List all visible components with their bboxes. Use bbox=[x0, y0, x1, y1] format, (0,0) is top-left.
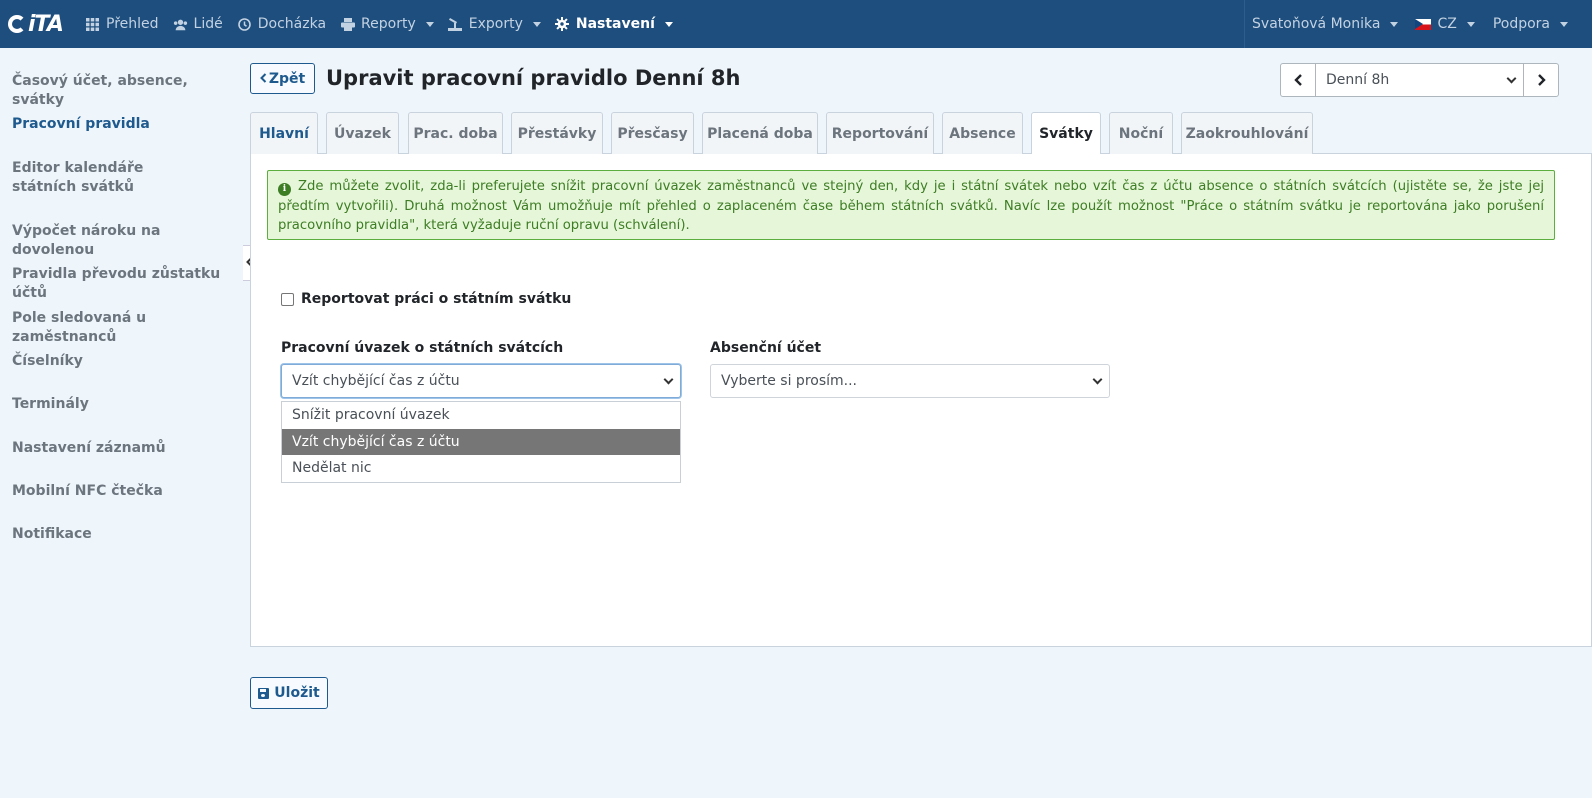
chevron-down-icon bbox=[425, 21, 434, 27]
sidebar-item-editor-kalendare[interactable]: Editor kalendáře státních svátků bbox=[12, 159, 212, 197]
report-holiday-work-label[interactable]: Reportovat práci o státním svátku bbox=[301, 291, 571, 307]
tab-prescasy[interactable]: Přesčasy bbox=[611, 112, 694, 154]
rule-navigator: Denní 8h bbox=[1280, 63, 1559, 97]
gear-icon bbox=[555, 17, 570, 32]
nav-lide[interactable]: Lidé bbox=[166, 0, 230, 48]
previous-rule-button[interactable] bbox=[1281, 64, 1316, 96]
arrow-right-icon bbox=[1537, 74, 1546, 86]
sidebar-item-terminaly[interactable]: Terminály bbox=[12, 395, 237, 414]
option-vzit-cas-z-uctu[interactable]: Vzít chybějící čas z účtu bbox=[282, 428, 680, 455]
option-nedelat-nic[interactable]: Nedělat nic bbox=[282, 455, 680, 482]
chevron-left-icon bbox=[259, 71, 267, 87]
settings-sidebar: Časový účet, absence, svátky Pracovní pr… bbox=[0, 48, 243, 798]
sidebar-item-pole-sledovana[interactable]: Pole sledovaná u zaměstnanců bbox=[12, 309, 237, 347]
tab-zaokrouhlovani[interactable]: Zaokrouhlování bbox=[1181, 112, 1313, 154]
chevron-down-icon bbox=[1506, 73, 1517, 83]
report-holiday-work-checkbox[interactable] bbox=[281, 292, 294, 306]
chevron-down-icon bbox=[1092, 374, 1103, 384]
printer-icon bbox=[340, 17, 355, 32]
tab-absence[interactable]: Absence bbox=[942, 112, 1023, 154]
workload-select[interactable]: Vzít chybějící čas z účtu bbox=[281, 364, 681, 398]
navbar-right: Svatoňová Monika CZ Podpora bbox=[1244, 0, 1592, 48]
chevron-down-icon bbox=[663, 374, 674, 384]
save-icon bbox=[258, 687, 270, 699]
workload-label: Pracovní úvazek o státních svátcích bbox=[281, 340, 564, 356]
tab-nocni[interactable]: Noční bbox=[1109, 112, 1173, 154]
top-navbar: iTA Přehled Lidé Docházka Reporty Export… bbox=[0, 0, 1592, 48]
nav-reporty[interactable]: Reporty bbox=[333, 0, 441, 48]
save-button[interactable]: Uložit bbox=[250, 677, 328, 709]
tab-uvazek[interactable]: Úvazek bbox=[326, 112, 399, 154]
chevron-down-icon bbox=[1466, 21, 1475, 27]
chevron-down-icon bbox=[1390, 21, 1399, 27]
sidebar-item-notifikace[interactable]: Notifikace bbox=[12, 525, 237, 544]
logo-mark-icon bbox=[8, 15, 26, 33]
nav-prehled[interactable]: Přehled bbox=[78, 0, 166, 48]
chevron-down-icon bbox=[532, 21, 541, 27]
info-alert: i Zde můžete zvolit, zda-li preferujete s… bbox=[267, 170, 1555, 240]
sidebar-item-pracovni-pravidla[interactable]: Pracovní pravidla bbox=[12, 115, 237, 134]
absence-account-select[interactable]: Vyberte si prosím... bbox=[710, 364, 1110, 398]
clock-icon bbox=[237, 17, 252, 32]
nav-nastaveni[interactable]: Nastavení bbox=[548, 0, 680, 48]
page-title: Upravit pracovní pravidlo Denní 8h bbox=[326, 66, 741, 90]
workload-dropdown: Snížit pracovní úvazek Vzít chybějící ča… bbox=[281, 401, 681, 483]
sidebar-item-casovy-ucet[interactable]: Časový účet, absence, svátky bbox=[12, 72, 237, 110]
language-menu[interactable]: CZ bbox=[1406, 0, 1483, 48]
support-menu[interactable]: Podpora bbox=[1484, 0, 1592, 48]
svatky-panel: i Zde můžete zvolit, zda-li preferujete s… bbox=[250, 154, 1592, 647]
grid-icon bbox=[85, 17, 100, 32]
chevron-down-icon bbox=[664, 21, 673, 27]
tab-placena-doba[interactable]: Placená doba bbox=[702, 112, 818, 154]
tab-prestavky[interactable]: Přestávky bbox=[511, 112, 603, 154]
tab-reportovani[interactable]: Reportování bbox=[826, 112, 934, 154]
next-rule-button[interactable] bbox=[1523, 64, 1558, 96]
sidebar-item-vypocet-naroku[interactable]: Výpočet nároku na dovolenou bbox=[12, 222, 237, 260]
nav-exporty[interactable]: Exporty bbox=[441, 0, 548, 48]
sidebar-item-nastaveni-zaznamu[interactable]: Nastavení záznamů bbox=[12, 439, 237, 458]
tab-hlavni[interactable]: Hlavní bbox=[250, 112, 318, 154]
tab-svatky[interactable]: Svátky bbox=[1031, 112, 1101, 155]
rule-tabs: Hlavní Úvazek Prac. doba Přestávky Přesč… bbox=[250, 112, 1592, 155]
nav-dochazka[interactable]: Docházka bbox=[230, 0, 333, 48]
user-menu[interactable]: Svatoňová Monika bbox=[1245, 0, 1406, 48]
absence-account-label: Absenční účet bbox=[710, 340, 822, 356]
option-snizit-uvazek[interactable]: Snížit pracovní úvazek bbox=[282, 402, 680, 429]
czech-flag-icon bbox=[1415, 18, 1432, 30]
users-icon bbox=[173, 17, 188, 32]
app-logo[interactable]: iTA bbox=[0, 0, 78, 48]
info-icon: i bbox=[278, 183, 291, 197]
rule-select[interactable]: Denní 8h bbox=[1316, 64, 1523, 96]
sidebar-item-nfc-ctecka[interactable]: Mobilní NFC čtečka bbox=[12, 482, 237, 501]
back-button[interactable]: Zpět bbox=[250, 63, 315, 94]
tab-prac-doba[interactable]: Prac. doba bbox=[408, 112, 503, 154]
arrow-left-icon bbox=[1293, 74, 1302, 86]
export-icon bbox=[448, 17, 463, 32]
chevron-down-icon bbox=[1560, 21, 1568, 27]
report-holiday-work-row: Reportovat práci o státním svátku bbox=[281, 291, 571, 307]
sidebar-item-ciselniky[interactable]: Číselníky bbox=[12, 352, 237, 371]
sidebar-item-pravidla-prevodu[interactable]: Pravidla převodu zůstatku účtů bbox=[12, 265, 237, 303]
